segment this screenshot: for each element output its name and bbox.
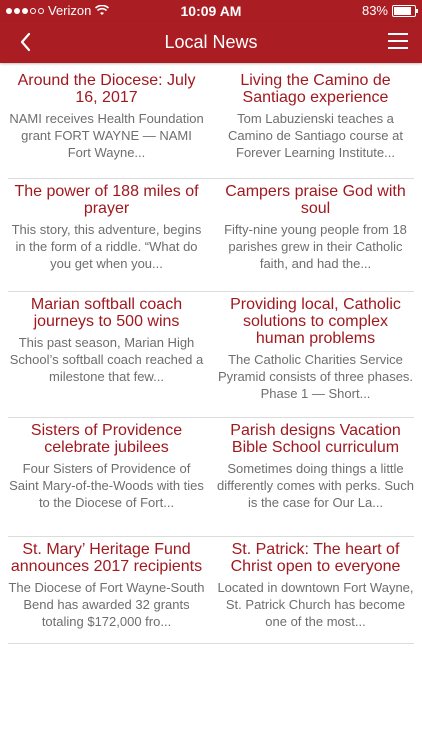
- news-summary: This story, this adventure, begins in th…: [11, 222, 202, 271]
- page-title: Local News: [164, 32, 258, 52]
- news-summary: Located in downtown Fort Wayne, St. Patr…: [217, 580, 414, 629]
- news-title: Living the Camino de Santiago experience: [240, 72, 391, 106]
- news-title: Marian softball coach journeys to 500 wi…: [30, 296, 183, 330]
- battery-icon: [392, 4, 418, 17]
- news-summary: NAMI receives Health Foundation grant FO…: [9, 111, 204, 160]
- news-card[interactable]: Campers praise God with soul Fifty-nine …: [211, 179, 414, 291]
- navigation-bar: Local News: [0, 22, 422, 63]
- status-right: 83%: [361, 3, 418, 18]
- news-card[interactable]: Around the Diocese: July 16, 2017 NAMI r…: [8, 68, 211, 178]
- news-title: St. Patrick: The heart of Christ open to…: [230, 541, 401, 575]
- news-summary: This past season, Marian High School’s s…: [9, 335, 204, 384]
- battery-percent: 83%: [361, 3, 388, 18]
- news-title: Providing local, Catholic solutions to c…: [230, 296, 401, 347]
- news-summary: Fifty-nine young people from 18 parishes…: [224, 222, 407, 271]
- status-time: 10:09 AM: [180, 3, 242, 19]
- news-summary: Sometimes doing things a little differen…: [217, 461, 414, 510]
- news-summary: Four Sisters of Providence of Saint Mary…: [9, 461, 204, 510]
- news-card[interactable]: St. Patrick: The heart of Christ open to…: [211, 537, 414, 643]
- news-row: Sisters of Providence celebrate jubilees…: [8, 418, 414, 537]
- news-grid: Around the Diocese: July 16, 2017 NAMI r…: [0, 68, 422, 644]
- news-title: Around the Diocese: July 16, 2017: [17, 72, 196, 106]
- news-summary: The Catholic Charities Service Pyramid c…: [217, 352, 414, 401]
- news-card[interactable]: Sisters of Providence celebrate jubilees…: [8, 418, 211, 536]
- news-title: Parish designs Vacation Bible School cur…: [230, 422, 401, 456]
- news-row: Around the Diocese: July 16, 2017 NAMI r…: [8, 68, 414, 179]
- news-title: St. Mary’ Heritage Fund announces 2017 r…: [10, 541, 203, 575]
- news-card[interactable]: Providing local, Catholic solutions to c…: [211, 292, 414, 417]
- status-bar: Verizon 10:09 AM 83%: [0, 0, 422, 22]
- news-title: Campers praise God with soul: [225, 183, 406, 217]
- news-summary: Tom Labuzienski teaches a Camino de Sant…: [228, 111, 403, 160]
- news-title: Sisters of Providence celebrate jubilees: [30, 422, 183, 456]
- news-card[interactable]: Parish designs Vacation Bible School cur…: [211, 418, 414, 536]
- news-card[interactable]: St. Mary’ Heritage Fund announces 2017 r…: [8, 537, 211, 643]
- news-row: St. Mary’ Heritage Fund announces 2017 r…: [8, 537, 414, 644]
- hamburger-menu-icon[interactable]: [388, 33, 408, 49]
- news-card[interactable]: Marian softball coach journeys to 500 wi…: [8, 292, 211, 417]
- news-card[interactable]: The power of 188 miles of prayer This st…: [8, 179, 211, 291]
- news-title: The power of 188 miles of prayer: [14, 183, 199, 217]
- news-summary: The Diocese of Fort Wayne-South Bend has…: [8, 580, 205, 629]
- news-row: Marian softball coach journeys to 500 wi…: [8, 292, 414, 418]
- news-row: The power of 188 miles of prayer This st…: [8, 179, 414, 292]
- news-card[interactable]: Living the Camino de Santiago experience…: [211, 68, 414, 178]
